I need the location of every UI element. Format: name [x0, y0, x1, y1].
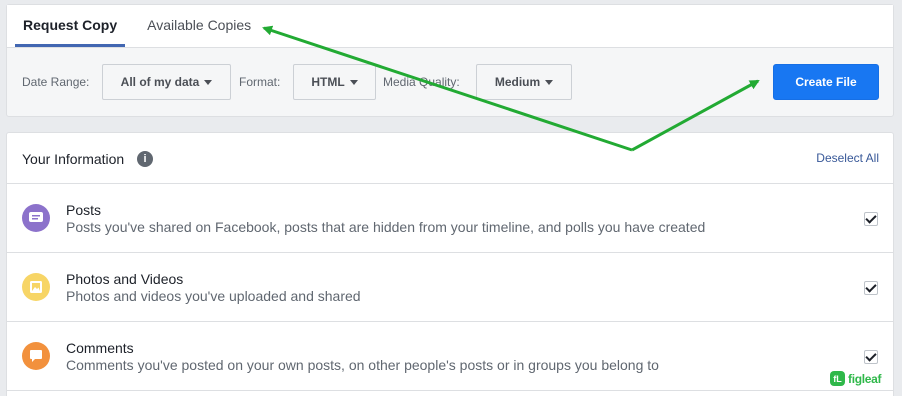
item-title: Posts [66, 202, 102, 218]
section-title: Your Information [22, 151, 125, 167]
comments-icon [22, 342, 50, 370]
photos-icon [22, 273, 50, 301]
figleaf-logo-icon: fL [830, 371, 845, 386]
item-title: Photos and Videos [66, 271, 184, 287]
export-controls: Date Range: All of my data Format: HTML … [7, 48, 893, 116]
date-range-dropdown[interactable]: All of my data [102, 64, 231, 100]
posts-checkbox[interactable] [864, 212, 878, 226]
item-title: Comments [66, 340, 134, 356]
media-quality-value: Medium [494, 75, 541, 89]
format-label: Format: [239, 75, 281, 89]
chevron-down-icon [204, 79, 213, 85]
info-icon[interactable]: i [137, 151, 153, 167]
chevron-down-icon [349, 79, 358, 85]
format-value: HTML [311, 75, 345, 89]
comments-checkbox[interactable] [864, 350, 878, 364]
list-item-posts: Posts Posts you've shared on Facebook, p… [7, 184, 893, 253]
tab-available-copies[interactable]: Available Copies [139, 4, 259, 47]
list-item-photos-videos: Photos and Videos Photos and videos you'… [7, 253, 893, 322]
info-header: Your Information i Deselect All [7, 133, 893, 184]
media-quality-dropdown[interactable]: Medium [476, 64, 572, 100]
format-dropdown[interactable]: HTML [293, 64, 376, 100]
item-description: Photos and videos you've uploaded and sh… [66, 288, 361, 304]
figleaf-logo-text: figleaf [848, 371, 882, 386]
export-options-panel: Request Copy Available Copies Date Range… [6, 4, 894, 117]
item-description: Posts you've shared on Facebook, posts t… [66, 219, 706, 235]
date-range-value: All of my data [120, 75, 200, 89]
deselect-all-link[interactable]: Deselect All [816, 151, 879, 165]
date-range-label: Date Range: [22, 75, 90, 89]
chevron-down-icon [545, 79, 554, 85]
list-item-comments: Comments Comments you've posted on your … [7, 322, 893, 391]
photos-checkbox[interactable] [864, 281, 878, 295]
your-information-panel: Your Information i Deselect All Posts Po… [6, 132, 894, 396]
media-quality-label: Media Quality: [383, 75, 460, 89]
item-description: Comments you've posted on your own posts… [66, 357, 659, 373]
tab-bar: Request Copy Available Copies [7, 5, 893, 48]
create-file-button[interactable]: Create File [773, 64, 879, 100]
tab-request-copy[interactable]: Request Copy [15, 4, 126, 47]
figleaf-watermark: fL figleaf [830, 371, 882, 386]
posts-icon [22, 204, 50, 232]
